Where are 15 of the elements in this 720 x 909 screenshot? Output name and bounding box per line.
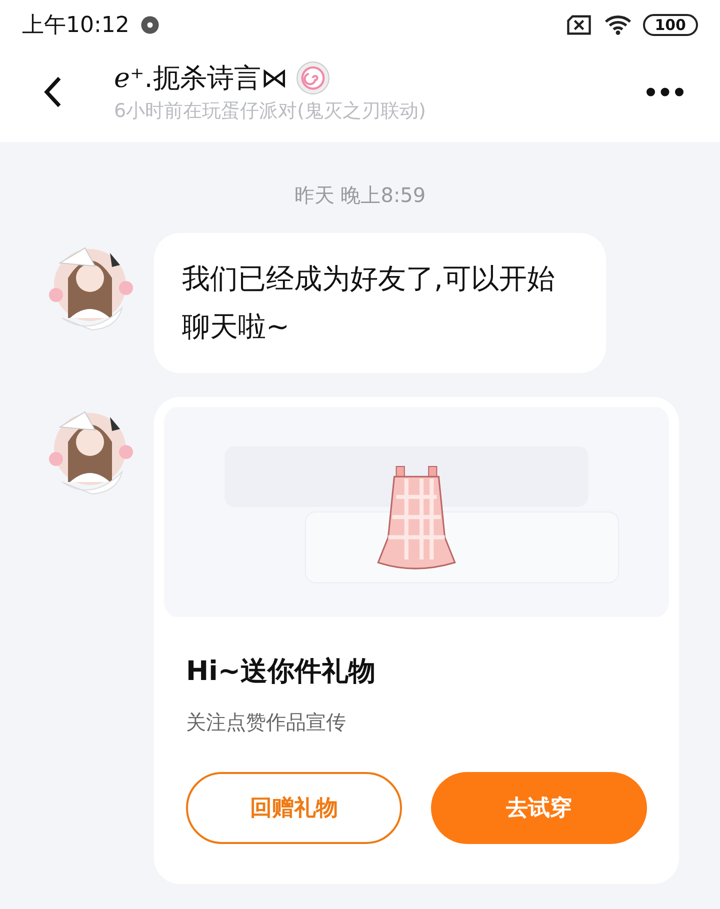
message-time: 昨天 晚上8:59 bbox=[294, 182, 426, 209]
wifi-icon bbox=[602, 14, 633, 36]
online-status: 6小时前在玩蛋仔派对(鬼灭之刃联动) bbox=[114, 99, 427, 124]
battery-indicator: 100 bbox=[642, 14, 698, 36]
more-icon[interactable] bbox=[646, 87, 684, 97]
message-bubble: 我们已经成为好友了,可以开始聊天啦~ bbox=[154, 233, 606, 373]
return-gift-button[interactable]: 回赠礼物 bbox=[186, 772, 402, 844]
swirl-icon bbox=[296, 61, 330, 95]
gift-title: Hi~送你件礼物 bbox=[186, 655, 376, 689]
gift-description: 关注点赞作品宣传 bbox=[186, 709, 347, 736]
disc-icon bbox=[139, 14, 162, 36]
contact-name: ℯ⁺.扼杀诗言⋈ bbox=[114, 62, 288, 96]
no-sim-icon bbox=[564, 14, 593, 36]
try-on-button[interactable]: 去试穿 bbox=[431, 772, 647, 844]
status-time: 上午10:12 bbox=[22, 12, 130, 40]
